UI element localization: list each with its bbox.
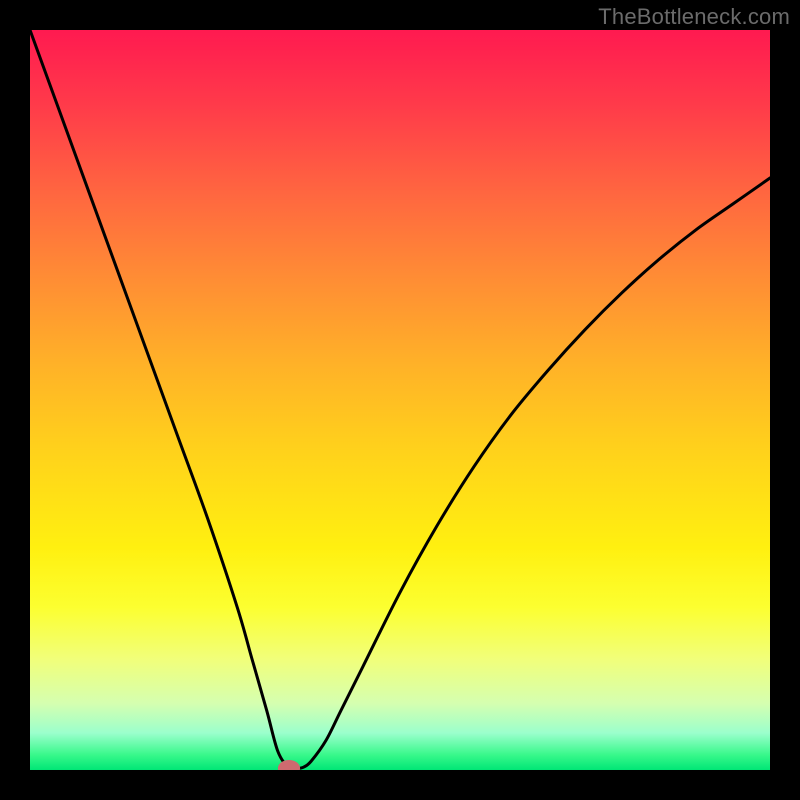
chart-overlay	[30, 30, 770, 770]
plot-area	[30, 30, 770, 770]
chart-container: TheBottleneck.com	[0, 0, 800, 800]
bottleneck-curve	[30, 30, 770, 769]
watermark-text: TheBottleneck.com	[598, 4, 790, 30]
optimal-point-marker	[278, 760, 300, 770]
